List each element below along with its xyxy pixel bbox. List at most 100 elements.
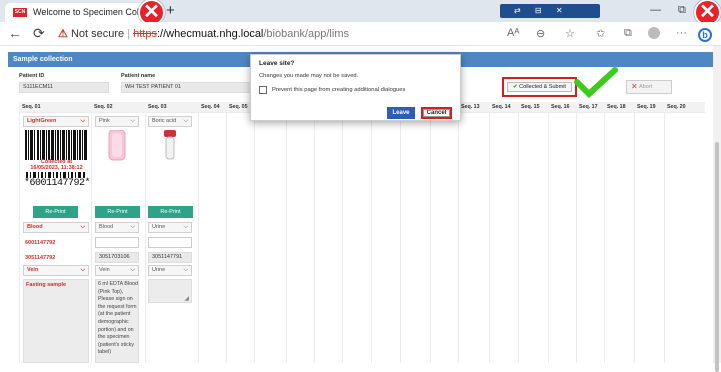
specimen-type-value: Urine <box>152 224 166 230</box>
reprint-button[interactable]: Re-Print <box>95 206 140 218</box>
tube-type-select[interactable]: Boric acid ⌵ <box>148 116 192 127</box>
minimize-icon[interactable]: — <box>650 4 661 16</box>
grid-column-divider <box>458 112 459 363</box>
vertical-scrollbar[interactable] <box>713 46 721 372</box>
grid-column-divider <box>371 112 372 363</box>
note-text: 6 ml EDTA Blood (Pink Top), Please sign … <box>98 281 138 356</box>
collected-datetime: 16/05/2023, 11:38:12 <box>30 165 83 171</box>
scrollbar-thumb[interactable] <box>715 142 719 372</box>
grid-column-divider <box>198 112 199 363</box>
restore-icon[interactable]: ⧉ <box>678 4 686 17</box>
collected-submit-button[interactable]: ✔ Collected & Submit <box>502 77 577 97</box>
note-textarea[interactable]: Fasting sample <box>23 279 89 363</box>
sequence-column-header: Seq. 03 <box>145 102 198 112</box>
sequence-column-header: Seq. 16 <box>548 102 576 112</box>
site-value: Vein <box>99 267 110 273</box>
grid-column-divider <box>286 112 287 363</box>
reprint-button[interactable]: Re-Print <box>148 206 193 218</box>
favorites-icon[interactable]: ✩ <box>596 27 605 40</box>
note-textarea[interactable]: 6 ml EDTA Blood (Pink Top), Please sign … <box>95 279 139 363</box>
site-select[interactable]: Vein ⌵ <box>23 265 89 276</box>
grid-column-divider <box>254 112 255 363</box>
grid-column-divider <box>489 112 490 363</box>
url-path: /biobank/app/lims <box>263 28 349 40</box>
lab-number-input[interactable] <box>95 237 139 248</box>
site-favicon: SCN <box>13 8 27 17</box>
leave-button[interactable]: Leave <box>387 107 415 119</box>
specimen-type-select[interactable]: Urine ⌵ <box>148 222 192 233</box>
grid-column-divider <box>226 112 227 363</box>
chevron-down-icon: ⌵ <box>183 118 188 124</box>
resize-handle-icon[interactable]: ◢ <box>184 295 189 302</box>
grid-column-divider <box>518 112 519 363</box>
abort-x-icon: ✕ <box>631 82 638 91</box>
chevron-down-icon: ⌵ <box>130 267 135 273</box>
chevron-down-icon: ⌵ <box>130 118 135 124</box>
more-icon[interactable]: ··· <box>676 27 687 39</box>
url-domain: ://whecmuat.nhg.local <box>156 28 264 40</box>
tube-type-value: Boric acid <box>152 118 177 124</box>
tube-type-value: Pink <box>99 118 110 124</box>
patient-name-label: Patient name <box>121 73 156 79</box>
collected-submit-label: Collected & Submit <box>519 84 566 90</box>
chevron-down-icon: ⌵ <box>80 267 85 273</box>
accession-number: 3051147792 <box>25 255 56 261</box>
note-text: Fasting sample <box>26 282 67 288</box>
boric-acid-tube-icon <box>164 130 176 160</box>
chevron-down-icon: ⌵ <box>183 224 188 230</box>
prevent-dialogs-checkbox[interactable] <box>259 86 267 94</box>
collections-icon[interactable]: ⧉ <box>624 27 632 40</box>
reprint-button[interactable]: Re-Print <box>33 206 78 218</box>
lab-number: 6001147792 <box>25 240 56 246</box>
profile-avatar[interactable] <box>648 27 660 39</box>
site-select[interactable]: Vein ⌵ <box>95 265 139 276</box>
back-arrow-icon[interactable]: ← <box>8 25 22 41</box>
chevron-down-icon: ⌵ <box>80 224 85 230</box>
sequence-column-header: Seq. 17 <box>576 102 604 112</box>
pink-tube-icon <box>108 130 126 161</box>
grid-column-divider <box>19 112 20 363</box>
abort-button[interactable]: ✕ Abort <box>626 80 672 94</box>
new-tab-button[interactable]: + <box>166 2 175 20</box>
grid-column-divider <box>604 112 605 363</box>
sequence-column-header: Seq. 13 <box>458 102 489 112</box>
cancel-button[interactable]: Cancel <box>421 107 452 119</box>
tube-type-select[interactable]: LightGreen ⌵ <box>23 116 89 127</box>
grid-column-divider <box>576 112 577 363</box>
sequence-column-header: Seq. 01 <box>19 102 91 112</box>
lab-number-input[interactable] <box>148 237 192 248</box>
grid-column-divider <box>430 112 431 363</box>
chevron-down-icon: ⌵ <box>183 267 188 273</box>
remote-control-bar[interactable]: ⇄ ⊟ ✕ <box>500 4 600 18</box>
site-value: Urine <box>152 267 166 273</box>
not-secure-label: Not secure <box>70 28 125 40</box>
barcode-graphic <box>25 130 87 160</box>
grid-column-divider <box>548 112 549 363</box>
specimen-type-select[interactable]: Blood ⌵ <box>95 222 139 233</box>
favorite-star-icon[interactable]: ☆ <box>565 27 575 40</box>
zoom-icon[interactable]: ⊖ <box>536 27 545 40</box>
sequence-column-header: Seq. 04 <box>198 102 226 112</box>
patient-id-label: Patient ID <box>19 73 45 79</box>
barcode-number: *6001147792* <box>24 178 91 189</box>
tube-type-select[interactable]: Pink ⌵ <box>95 116 139 127</box>
note-textarea[interactable]: ◢ <box>148 279 192 303</box>
barcode-label: Collected at 16/05/2023, 11:38:12 *60011… <box>24 130 91 192</box>
chevron-down-icon: ⌵ <box>130 224 135 230</box>
specimen-type-value: Blood <box>99 224 114 230</box>
sequence-column-header: Seq. 20 <box>664 102 705 112</box>
grid-column-divider <box>664 112 665 363</box>
leave-site-dialog: Leave site? Changes you made may not be … <box>250 54 461 121</box>
read-aloud-icon[interactable]: Aᴬ <box>507 27 519 39</box>
dialog-title: Leave site? <box>259 60 295 67</box>
annotation-check-icon <box>574 67 618 99</box>
grid-column-divider <box>400 112 401 363</box>
refresh-icon[interactable]: ⟳ <box>33 25 45 41</box>
check-icon: ✔ <box>513 84 518 90</box>
tube-type-value: LightGreen <box>27 118 57 124</box>
url-scheme: https <box>133 28 157 40</box>
site-select[interactable]: Urine ⌵ <box>148 265 192 276</box>
bing-icon[interactable]: b <box>698 28 712 42</box>
specimen-type-select[interactable]: Blood ⌵ <box>23 222 89 233</box>
grid-column-divider <box>145 112 146 363</box>
